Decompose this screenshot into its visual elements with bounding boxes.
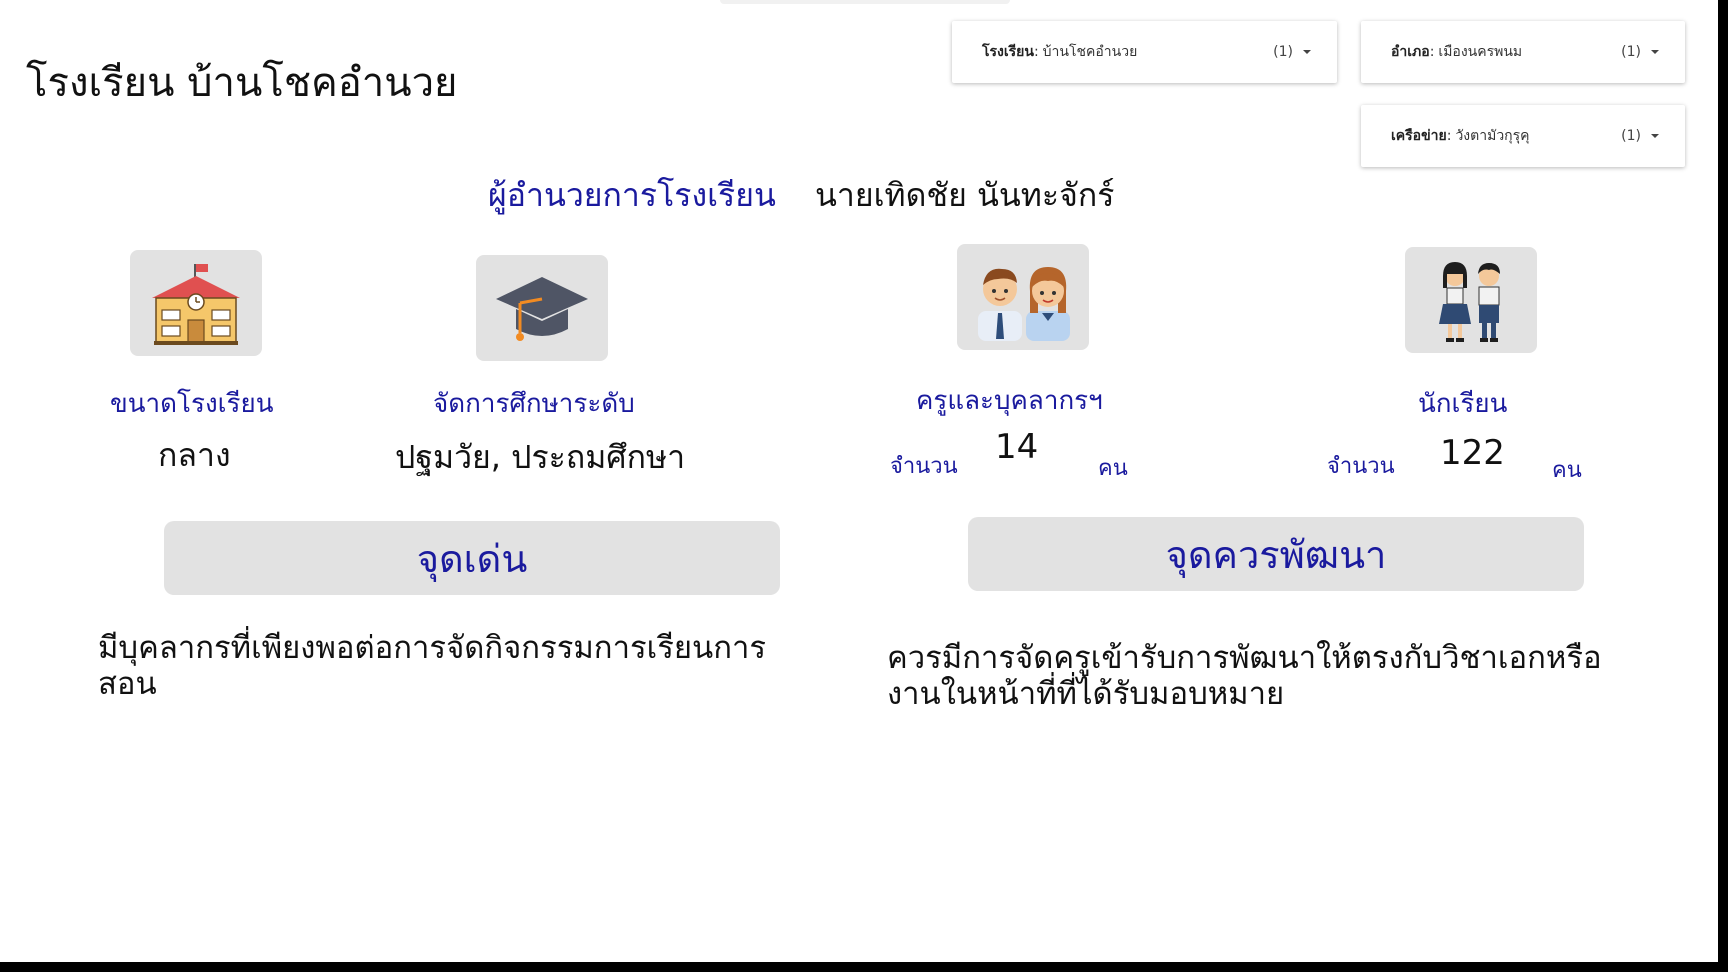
chevron-down-icon[interactable] [1651,50,1659,54]
strengths-text: มีบุคลากรที่เพียงพอต่อการจัดกิจกรรมการเร… [98,630,766,702]
dashboard-canvas: โรงเรียน บ้านโชคอำนวย โรงเรียน: บ้านโชคอ… [0,0,1718,962]
network-filter[interactable]: เครือข่าย: วังตามัวกุรุคุ (1) [1361,105,1685,167]
school-filter-value: บ้านโชคอำนวย [1042,44,1138,60]
students-icon-box [1405,247,1537,353]
school-icon-box [130,250,262,356]
filter-separator: : [1033,44,1039,60]
top-tab-sliver [720,0,1010,4]
filter-separator: : [1446,128,1452,144]
school-filter[interactable]: โรงเรียน: บ้านโชคอำนวย (1) [952,21,1337,83]
teachers-count: 14 [995,427,1039,467]
level-icon-box [476,255,608,361]
network-filter-value: วังตามัวกุรุคุ [1455,128,1530,144]
school-filter-label: โรงเรียน [982,44,1034,60]
district-filter[interactable]: อำเภอ: เมืองนครพนม (1) [1361,21,1685,83]
teachers-icon [978,267,1070,341]
chevron-down-icon[interactable] [1303,50,1311,54]
teachers-icon-box [957,244,1089,350]
page-title: โรงเรียน บ้านโชคอำนวย [26,60,458,106]
school-filter-count: (1) [1273,44,1293,60]
improvements-header: จุดควรพัฒนา [968,517,1584,591]
district-filter-value: เมืองนครพนม [1438,44,1523,60]
strengths-header: จุดเด่น [164,521,780,595]
students-count: 122 [1440,433,1505,473]
school-size-value: กลาง [158,436,231,474]
improvements-text: ควรมีการจัดครูเข้ารับการพัฒนาให้ตรงกับวิ… [887,640,1602,712]
director-name: นายเทิดชัย นันทะจักร์ [815,176,1115,214]
chevron-down-icon[interactable] [1651,134,1659,138]
district-filter-label: อำเภอ [1391,44,1430,60]
school-building-icon [152,264,240,345]
students-label: นักเรียน [1418,389,1508,419]
education-level-value: ปฐมวัย, ประถมศึกษา [395,438,686,476]
teachers-count-label: จำนวน [890,454,958,479]
teachers-label: ครูและบุคลากรฯ [916,386,1103,416]
filter-separator: : [1429,44,1435,60]
students-icon [1439,262,1500,342]
school-size-label: ขนาดโรงเรียน [110,389,274,419]
strengths-line-1: มีบุคลากรที่เพียงพอต่อการจัดกิจกรรมการเร… [98,630,767,666]
network-filter-label: เครือข่าย [1391,128,1447,144]
improvements-line-2: งานในหน้าที่ที่ได้รับมอบหมาย [887,676,1285,712]
teachers-unit: คน [1098,456,1128,481]
improvements-line-1: ควรมีการจัดครูเข้ารับการพัฒนาให้ตรงกับวิ… [887,640,1602,676]
graduation-cap-icon [496,277,588,341]
strengths-line-2: สอน [98,666,157,702]
education-level-label: จัดการศึกษาระดับ [433,389,635,419]
district-filter-count: (1) [1621,44,1641,60]
director-label: ผู้อำนวยการโรงเรียน [488,176,776,214]
students-unit: คน [1552,458,1582,483]
network-filter-count: (1) [1621,128,1641,144]
students-count-label: จำนวน [1327,454,1395,479]
